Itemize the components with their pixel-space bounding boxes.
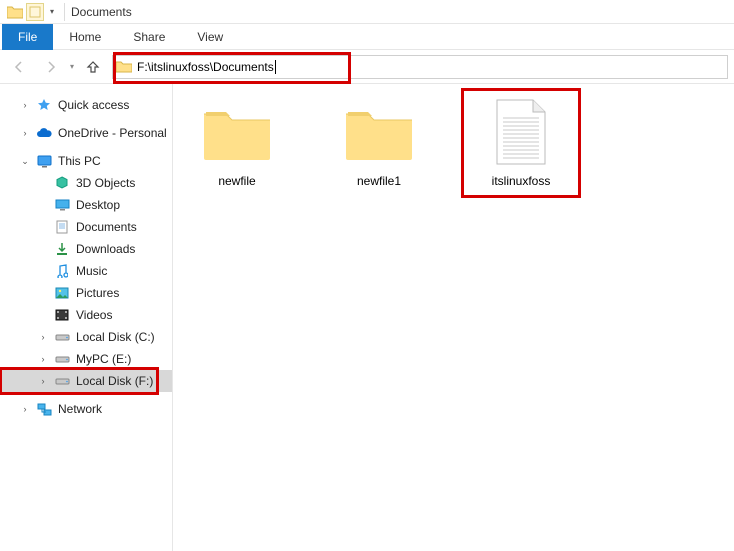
quick-access-toolbar-icon[interactable] [26, 3, 44, 21]
folder-item[interactable]: newfile1 [329, 98, 429, 188]
nav-label: Local Disk (C:) [76, 330, 155, 344]
navigation-pane: › Quick access › OneDrive - Personal ⌄ [0, 84, 173, 551]
nav-label: Documents [76, 220, 137, 234]
network-icon [36, 401, 52, 417]
nav-videos[interactable]: Videos [2, 304, 172, 326]
tab-home[interactable]: Home [53, 24, 117, 50]
nav-local-disk-c[interactable]: › Local Disk (C:) [2, 326, 172, 348]
drive-icon [54, 373, 70, 389]
up-button[interactable] [80, 54, 106, 80]
nav-pictures[interactable]: Pictures [2, 282, 172, 304]
title-bar: ▾ Documents [0, 0, 734, 24]
nav-label: Local Disk (F:) [76, 374, 153, 388]
qat-customize-chevron-icon[interactable]: ▾ [46, 7, 58, 16]
star-icon [36, 97, 52, 113]
tab-file[interactable]: File [2, 24, 53, 50]
address-text[interactable]: F:\itslinuxfoss\Documents [135, 60, 727, 74]
nav-label: 3D Objects [76, 176, 135, 190]
pc-icon [36, 153, 52, 169]
drive-icon [54, 351, 70, 367]
nav-documents[interactable]: Documents [2, 216, 172, 238]
navigation-row: ▾ F:\itslinuxfoss\Documents [0, 50, 734, 84]
nav-desktop[interactable]: Desktop [2, 194, 172, 216]
nav-label: MyPC (E:) [76, 352, 131, 366]
text-file-item[interactable]: itslinuxfoss [471, 98, 571, 188]
nav-label: Desktop [76, 198, 120, 212]
window-title: Documents [71, 5, 132, 19]
nav-label: Videos [76, 308, 112, 322]
tab-view[interactable]: View [181, 24, 239, 50]
chevron-right-icon: › [38, 354, 48, 364]
file-label: itslinuxfoss [492, 174, 551, 188]
nav-this-pc[interactable]: ⌄ This PC [2, 150, 172, 172]
music-icon [54, 263, 70, 279]
address-bar[interactable]: F:\itslinuxfoss\Documents [112, 55, 728, 79]
download-icon [54, 241, 70, 257]
chevron-right-icon: › [20, 404, 30, 414]
text-file-icon [483, 98, 559, 168]
nav-label: Quick access [58, 98, 129, 112]
documents-icon [54, 219, 70, 235]
file-label: newfile1 [357, 174, 401, 188]
ribbon: File Home Share View [0, 24, 734, 50]
tab-share[interactable]: Share [117, 24, 181, 50]
chevron-right-icon: › [20, 128, 30, 138]
folder-icon [199, 98, 275, 168]
nav-label: Downloads [76, 242, 135, 256]
nav-3d-objects[interactable]: 3D Objects [2, 172, 172, 194]
folder-item[interactable]: newfile [187, 98, 287, 188]
drive-icon [54, 329, 70, 345]
back-button[interactable] [6, 54, 32, 80]
nav-label: Pictures [76, 286, 119, 300]
forward-button[interactable] [38, 54, 64, 80]
chevron-right-icon: › [38, 332, 48, 342]
file-list: newfile newfile1 [173, 84, 734, 551]
nav-quick-access[interactable]: › Quick access [2, 94, 172, 116]
nav-network[interactable]: › Network [2, 398, 172, 420]
cloud-icon [36, 125, 52, 141]
nav-onedrive[interactable]: › OneDrive - Personal [2, 122, 172, 144]
nav-music[interactable]: Music [2, 260, 172, 282]
videos-icon [54, 307, 70, 323]
nav-mypc-e[interactable]: › MyPC (E:) [2, 348, 172, 370]
nav-label: Network [58, 402, 102, 416]
folder-icon [6, 3, 24, 21]
recent-locations-chevron-icon[interactable]: ▾ [70, 62, 74, 71]
chevron-right-icon: › [20, 100, 30, 110]
desktop-icon [54, 197, 70, 213]
nav-label: OneDrive - Personal [58, 126, 167, 140]
nav-label: Music [76, 264, 107, 278]
chevron-right-icon: › [38, 376, 48, 386]
folder-icon [341, 98, 417, 168]
nav-downloads[interactable]: Downloads [2, 238, 172, 260]
folder-icon [113, 60, 135, 73]
cube-icon [54, 175, 70, 191]
chevron-down-icon: ⌄ [20, 156, 30, 167]
nav-local-disk-f[interactable]: › Local Disk (F:) [2, 370, 172, 392]
file-label: newfile [218, 174, 255, 188]
nav-label: This PC [58, 154, 101, 168]
divider [64, 3, 65, 21]
pictures-icon [54, 285, 70, 301]
